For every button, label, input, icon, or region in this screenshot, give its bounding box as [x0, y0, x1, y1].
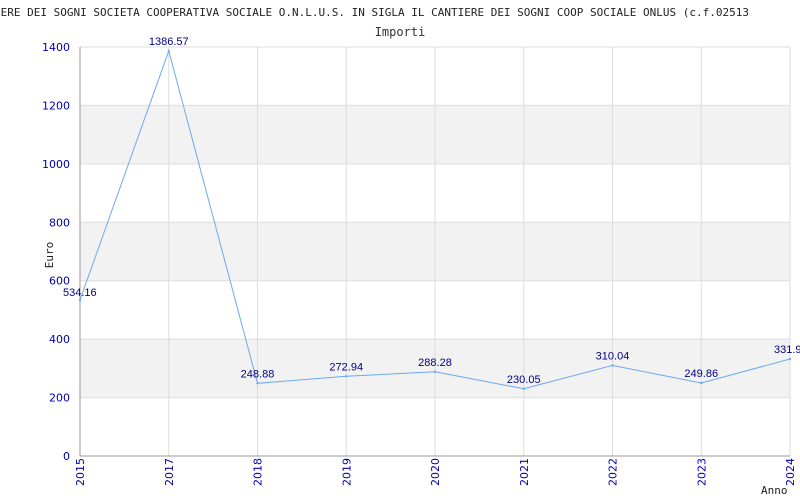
x-tick-label: 2017 [163, 458, 176, 486]
x-tick-label: 2015 [74, 458, 87, 486]
data-point [433, 370, 437, 373]
y-tick-label: 600 [49, 275, 70, 288]
y-tick-label: 1000 [42, 158, 70, 171]
y-axis-label: Euro [43, 242, 56, 269]
x-tick-label: 2022 [607, 458, 620, 486]
y-tick-label: 200 [49, 392, 70, 405]
data-label: 230.05 [507, 374, 541, 386]
x-tick-label: 2024 [784, 458, 797, 486]
data-point [522, 387, 525, 390]
y-tick-label: 1200 [42, 99, 70, 112]
x-tick-label: 2021 [518, 458, 531, 486]
data-label: 534.16 [63, 287, 97, 299]
data-label: 331.9 [774, 344, 800, 356]
y-tick-label: 0 [63, 450, 70, 463]
data-label: 249.86 [684, 368, 718, 380]
x-tick-label: 2018 [252, 458, 265, 486]
y-tick-label: 400 [49, 333, 70, 346]
data-point [167, 49, 170, 53]
data-point [256, 382, 259, 385]
x-axis-label: Anno [761, 484, 788, 497]
y-tick-label: 1400 [42, 41, 70, 54]
y-tick-label: 800 [49, 216, 70, 229]
data-point [788, 357, 792, 361]
data-labels: 534.16 1386.57 248.88 272.94 288.28 230.05 310… [63, 36, 800, 386]
data-label: 272.94 [329, 361, 363, 373]
data-label: 288.28 [418, 357, 452, 369]
data-point [345, 375, 348, 378]
x-tick-label: 2023 [695, 458, 708, 486]
x-tick-label: 2019 [340, 458, 353, 486]
data-point [78, 298, 82, 302]
data-point [700, 381, 703, 385]
data-label: 1386.57 [149, 36, 189, 48]
line-chart: 0200400600800100012001400 2015 2017 2018 20… [42, 36, 800, 497]
data-label: 248.88 [241, 368, 275, 380]
x-tick-label: 2020 [429, 458, 442, 486]
x-axis-ticks: 2015 2017 2018 2019 2020 2021 2022 2023 2024 [74, 458, 797, 486]
data-label: 310.04 [596, 350, 630, 362]
data-point [611, 364, 614, 367]
